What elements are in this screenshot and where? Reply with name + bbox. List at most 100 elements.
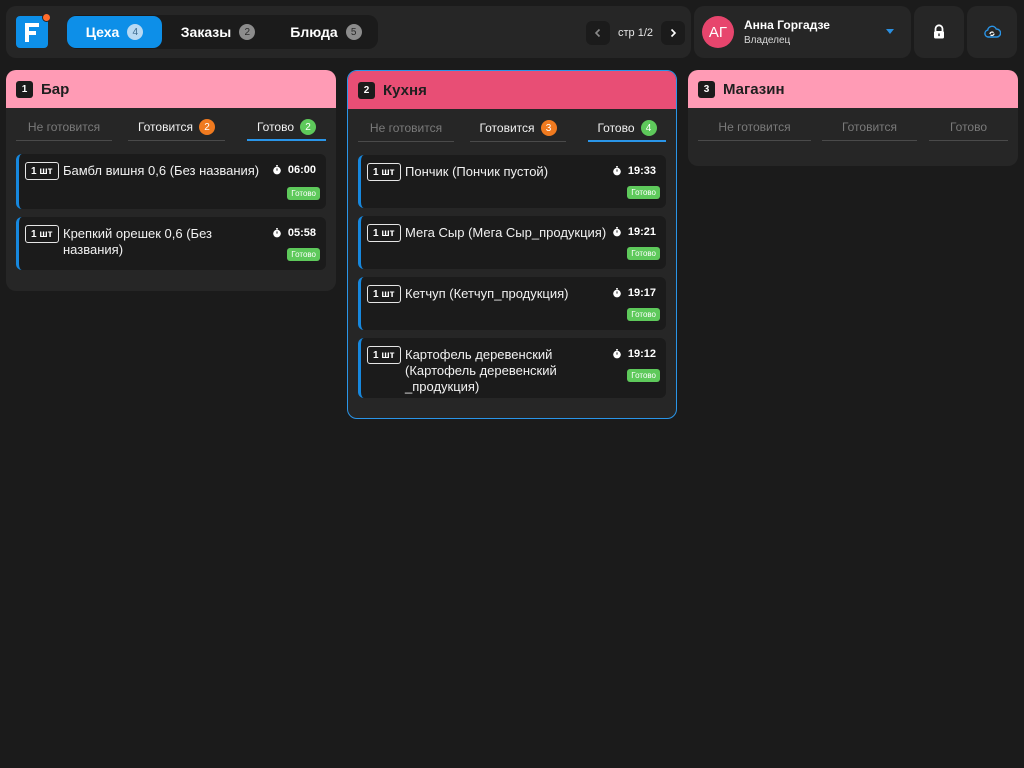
status-filters: Не готовится Готовится Готово	[688, 108, 1018, 154]
order-item-card[interactable]: 1 шт Крепкий орешек 0,6 (Без названия) 0…	[16, 217, 326, 270]
status-badge: Готово	[287, 248, 320, 261]
stopwatch-icon	[613, 227, 621, 237]
quantity-badge: 1 шт	[367, 163, 401, 181]
filter-label: Готовится	[841, 120, 898, 134]
user-menu[interactable]: АГ Анна Горгадзе Владелец	[694, 6, 911, 58]
quantity-badge: 1 шт	[367, 346, 401, 364]
workshop-column-bar: 1 Бар Не готовится Готовится 2 Готово 2 …	[6, 70, 336, 291]
filter-not-cooking[interactable]: Не готовится	[16, 120, 112, 141]
stopwatch-icon	[273, 228, 281, 238]
main-toolbar: Цеха 4 Заказы 2 Блюда 5 стр 1/2	[6, 6, 691, 58]
item-time: 19:21	[627, 226, 656, 238]
item-time: 06:00	[287, 164, 316, 176]
filter-label: Не готовится	[718, 120, 791, 134]
notification-dot	[42, 13, 51, 22]
quantity-badge: 1 шт	[25, 225, 59, 243]
order-item-card[interactable]: 1 шт Пончик (Пончик пустой) 19:33 Готово	[358, 155, 666, 208]
status-badge: Готово	[627, 186, 660, 199]
top-bar: Цеха 4 Заказы 2 Блюда 5 стр 1/2 АГ Анна …	[0, 0, 1024, 64]
prev-page-button[interactable]	[586, 21, 610, 45]
stopwatch-icon	[613, 349, 621, 359]
status-badge: Готово	[627, 247, 660, 260]
column-number: 2	[358, 81, 375, 99]
avatar: АГ	[702, 16, 734, 48]
ready-count-badge: 2	[300, 119, 317, 135]
item-timer: 19:33	[612, 165, 656, 177]
status-filters: Не готовится Готовится 3 Готово 4	[348, 109, 676, 155]
status-badge: Готово	[627, 369, 660, 382]
workshop-column-kitchen: 2 Кухня Не готовится Готовится 3 Готово …	[347, 70, 677, 419]
lock-button[interactable]	[914, 6, 964, 58]
stopwatch-icon	[273, 165, 281, 175]
filter-ready[interactable]: Готово	[929, 120, 1008, 141]
item-name: Крепкий орешек 0,6 (Без названия)	[63, 226, 212, 257]
tab-orders-label: Заказы	[180, 24, 232, 40]
column-title: Магазин	[723, 80, 785, 98]
user-role: Владелец	[744, 35, 791, 46]
tab-workshops[interactable]: Цеха 4	[67, 16, 162, 48]
column-title: Бар	[41, 80, 70, 98]
filter-ready[interactable]: Готово 4	[588, 120, 666, 142]
order-item-card[interactable]: 1 шт Картофель деревенский (Картофель де…	[358, 338, 666, 398]
item-name: Бамбл вишня 0,6 (Без названия)	[63, 163, 260, 178]
item-time: 19:17	[627, 287, 656, 299]
filter-label: Готовится	[137, 120, 194, 134]
tab-orders[interactable]: Заказы 2	[169, 16, 267, 48]
column-title: Кухня	[383, 81, 427, 99]
order-item-card[interactable]: 1 шт Кетчуп (Кетчуп_продукция) 19:17 Гот…	[358, 277, 666, 330]
item-timer: 06:00	[272, 164, 316, 176]
filter-label: Не готовится	[369, 121, 443, 135]
page-indicator: стр 1/2	[618, 27, 654, 39]
view-tabs: Цеха 4 Заказы 2 Блюда 5	[67, 15, 378, 49]
filter-label: Готово	[597, 121, 635, 135]
status-filters: Не готовится Готовится 2 Готово 2	[6, 108, 336, 154]
ready-count-badge: 4	[640, 120, 657, 136]
stopwatch-icon	[613, 166, 621, 176]
item-time: 19:33	[627, 165, 656, 177]
column-number: 1	[16, 80, 33, 98]
next-page-button[interactable]	[661, 21, 686, 45]
chevron-right-icon	[670, 28, 677, 38]
item-timer: 19:21	[612, 226, 656, 238]
item-time: 19:12	[627, 348, 656, 360]
tab-workshops-count: 4	[127, 24, 144, 40]
filter-label: Не готовится	[27, 120, 101, 134]
item-name: Кетчуп (Кетчуп_продукция)	[405, 286, 569, 301]
column-header[interactable]: 1 Бар	[6, 70, 336, 108]
chevron-left-icon	[594, 28, 601, 38]
column-header[interactable]: 2 Кухня	[348, 71, 676, 109]
item-name: Мега Сыр (Мега Сыр_продукция)	[405, 225, 607, 240]
pager: стр 1/2	[586, 20, 686, 46]
chevron-down-icon	[886, 29, 894, 34]
item-timer: 05:58	[272, 227, 316, 239]
quantity-badge: 1 шт	[367, 285, 401, 303]
item-timer: 19:17	[612, 287, 656, 299]
status-badge: Готово	[287, 187, 320, 200]
tab-workshops-label: Цеха	[85, 24, 120, 40]
order-item-card[interactable]: 1 шт Мега Сыр (Мега Сыр_продукция) 19:21…	[358, 216, 666, 269]
filter-ready[interactable]: Готово 2	[247, 119, 326, 141]
tab-orders-count: 2	[239, 24, 256, 40]
order-item-card[interactable]: 1 шт Бамбл вишня 0,6 (Без названия) 06:0…	[16, 154, 326, 209]
cooking-count-badge: 3	[540, 120, 557, 136]
user-name: Анна Горгадзе	[744, 18, 830, 32]
item-time: 05:58	[287, 227, 316, 239]
status-badge: Готово	[627, 308, 660, 321]
cooking-count-badge: 2	[199, 119, 216, 135]
filter-not-cooking[interactable]: Не готовится	[698, 120, 811, 141]
cloud-sync-button[interactable]	[967, 6, 1017, 58]
logo-icon[interactable]	[16, 13, 51, 48]
filter-label: Готово	[949, 120, 988, 134]
column-header[interactable]: 3 Магазин	[688, 70, 1018, 108]
cloud-sync-icon	[984, 25, 1001, 38]
filter-cooking[interactable]: Готовится	[822, 120, 917, 141]
tab-dishes[interactable]: Блюда 5	[277, 16, 375, 48]
filter-cooking[interactable]: Готовится 3	[470, 120, 566, 142]
quantity-badge: 1 шт	[25, 162, 59, 180]
filter-cooking[interactable]: Готовится 2	[128, 119, 225, 141]
item-name: Картофель деревенский (Картофель деревен…	[405, 347, 557, 394]
filter-label: Готовится	[479, 121, 535, 135]
filter-not-cooking[interactable]: Не готовится	[358, 121, 454, 142]
tab-dishes-label: Блюда	[290, 24, 338, 40]
item-name: Пончик (Пончик пустой)	[405, 164, 549, 179]
